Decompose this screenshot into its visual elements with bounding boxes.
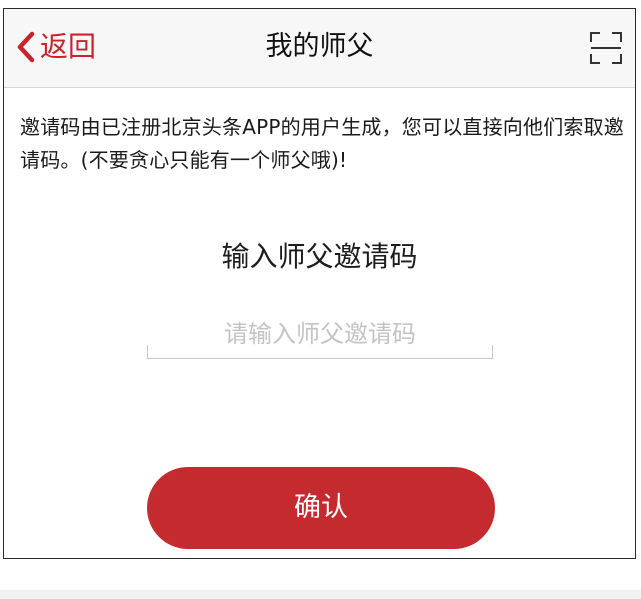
page-title: 我的师父	[265, 31, 374, 62]
invite-code-field	[147, 311, 493, 359]
app-screen: 返回 我的师父 邀请码由已注册北京头条APP的用户生成，您可以直接向他们索取邀请…	[3, 8, 636, 559]
input-heading: 输入师父邀请码	[221, 240, 418, 273]
navigation-bar: 返回 我的师父	[4, 9, 635, 88]
scan-icon	[589, 32, 623, 69]
invite-description: 邀请码由已注册北京头条APP的用户生成，您可以直接向他们索取邀请码。(不要贪心只…	[20, 115, 625, 172]
scan-button[interactable]	[589, 31, 623, 65]
confirm-button[interactable]: 确认	[147, 467, 495, 549]
invite-code-input[interactable]	[148, 311, 492, 357]
bottom-strip	[0, 590, 641, 599]
